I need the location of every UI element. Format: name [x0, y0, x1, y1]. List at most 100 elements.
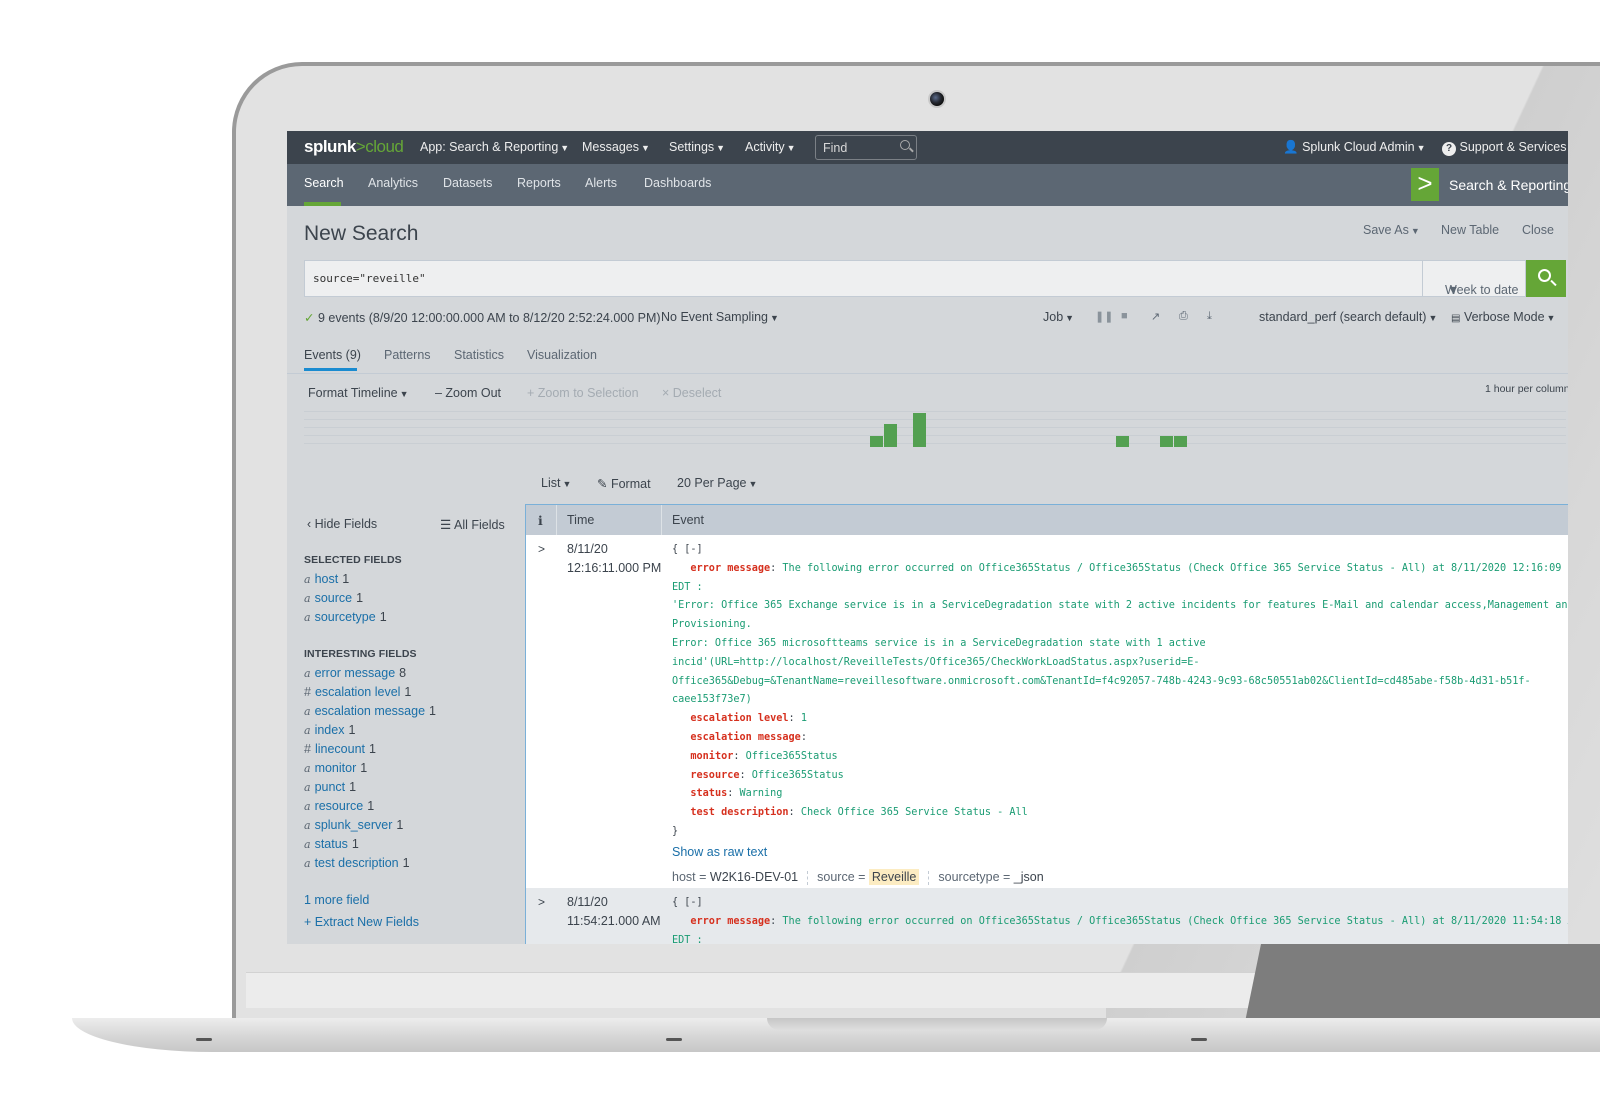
menu-settings[interactable]: Settings ▼: [669, 140, 725, 154]
field-count: 1: [369, 742, 376, 756]
timeline-bar[interactable]: [1174, 436, 1187, 447]
close-button[interactable]: Close: [1522, 223, 1554, 237]
field-sourcetype[interactable]: a sourcetype 1: [304, 610, 387, 624]
timeline-bar[interactable]: [1116, 436, 1129, 447]
field-type: a: [304, 838, 311, 851]
field-linecount[interactable]: # linecount 1: [304, 742, 376, 756]
json-key[interactable]: monitor: [690, 751, 733, 762]
timeline-bar[interactable]: [870, 436, 883, 447]
zoom-to-selection-button[interactable]: + Zoom to Selection: [527, 386, 639, 400]
json-key[interactable]: escalation message: [690, 732, 800, 743]
nav-dashboards[interactable]: Dashboards: [644, 176, 711, 190]
job-dropdown[interactable]: Job ▼: [1043, 310, 1074, 324]
find-input[interactable]: Find: [815, 135, 917, 160]
timeline-bar[interactable]: [913, 413, 926, 447]
json-value[interactable]: Office365Status: [752, 770, 844, 781]
search-button[interactable]: [1526, 260, 1566, 297]
hide-fields-button[interactable]: ‹ Hide Fields: [307, 517, 377, 531]
field-status[interactable]: a status 1: [304, 837, 359, 851]
print-icon[interactable]: ⎙: [1179, 310, 1188, 323]
find-placeholder: Find: [823, 141, 848, 155]
search-query-input[interactable]: source="reveille": [304, 260, 1424, 297]
field-punct[interactable]: a punct 1: [304, 780, 356, 794]
field-escalation-message[interactable]: a escalation message 1: [304, 704, 436, 718]
meta-source-value[interactable]: Reveille: [868, 869, 920, 885]
format-button[interactable]: ✎ Format: [597, 476, 651, 491]
menu-messages[interactable]: Messages ▼: [582, 140, 650, 154]
stop-icon[interactable]: ■: [1121, 310, 1128, 322]
field-source[interactable]: a source 1: [304, 591, 363, 605]
field-monitor[interactable]: a monitor 1: [304, 761, 367, 775]
show-raw-text-link[interactable]: Show as raw text: [672, 845, 767, 859]
field-count: 1: [351, 837, 359, 851]
tab-patterns[interactable]: Patterns: [384, 348, 431, 362]
share-icon[interactable]: ↗: [1151, 310, 1160, 323]
extract-new-fields-link[interactable]: + Extract New Fields: [304, 915, 419, 929]
json-value: caee153f73e7): [672, 694, 752, 706]
menu-app[interactable]: App: Search & Reporting ▼: [420, 140, 569, 154]
field-host[interactable]: a host 1: [304, 572, 349, 586]
nav-search[interactable]: Search: [304, 176, 344, 190]
nav-reports[interactable]: Reports: [517, 176, 561, 190]
timeline-bar[interactable]: [884, 424, 897, 447]
column-header-time[interactable]: Time: [567, 513, 594, 527]
tab-events[interactable]: Events (9): [304, 348, 361, 362]
zoom-out-button[interactable]: – Zoom Out: [435, 386, 501, 400]
per-page-label: 20 Per Page: [677, 476, 747, 490]
json-value[interactable]: Warning: [740, 788, 783, 799]
pause-icon[interactable]: ❚❚: [1095, 310, 1113, 323]
menu-messages-label: Messages: [582, 140, 639, 154]
field-index[interactable]: a index 1: [304, 723, 355, 737]
json-key[interactable]: escalation level: [690, 713, 788, 724]
more-fields-link[interactable]: 1 more field: [304, 893, 369, 907]
json-value[interactable]: The following error occurred on Office36…: [782, 916, 1568, 927]
field-count: 1: [429, 704, 436, 718]
menu-user[interactable]: 👤 Splunk Cloud Admin ▼: [1283, 140, 1426, 155]
new-table-button[interactable]: New Table: [1441, 223, 1499, 237]
menu-support[interactable]: ? Support & Services▼: [1442, 140, 1568, 156]
nav-datasets[interactable]: Datasets: [443, 176, 492, 190]
nav-alerts[interactable]: Alerts: [585, 176, 617, 190]
json-value[interactable]: Check Office 365 Service Status - All: [801, 807, 1028, 818]
json-collapse-toggle[interactable]: { [-]: [672, 897, 703, 908]
time-range-picker[interactable]: Week to date ▼: [1422, 260, 1526, 297]
tab-visualization[interactable]: Visualization: [527, 348, 597, 362]
field-resource[interactable]: a resource 1: [304, 799, 374, 813]
meta-label: sourcetype =: [938, 870, 1011, 884]
json-key[interactable]: error message: [690, 563, 770, 574]
meta-sourcetype-value[interactable]: _json: [1014, 870, 1044, 884]
meta-host-value[interactable]: W2K16-DEV-01: [710, 870, 798, 884]
menu-activity[interactable]: Activity ▼: [745, 140, 796, 154]
event-timeline-chart[interactable]: [304, 407, 1566, 447]
export-icon[interactable]: ⤓: [1207, 310, 1212, 323]
tab-statistics[interactable]: Statistics: [454, 348, 504, 362]
event-time: 8/11/20 11:54:21.000 AM: [567, 893, 661, 931]
chevron-right-icon[interactable]: >: [538, 542, 545, 556]
search-mode-perf-dropdown[interactable]: standard_perf (search default) ▼: [1259, 310, 1437, 324]
format-timeline-dropdown[interactable]: Format Timeline ▼: [308, 386, 409, 400]
field-escalation-level[interactable]: # escalation level 1: [304, 685, 411, 699]
json-collapse-toggle[interactable]: { [-]: [672, 544, 703, 555]
json-value[interactable]: Office365Status: [746, 751, 838, 762]
event-sampling-dropdown[interactable]: No Event Sampling ▼: [661, 310, 779, 324]
chevron-right-icon[interactable]: >: [538, 895, 545, 909]
json-value[interactable]: The following error occurred on Office36…: [782, 563, 1568, 574]
verbose-mode-dropdown[interactable]: ▤ Verbose Mode ▼: [1451, 310, 1555, 324]
field-splunk-server[interactable]: a splunk_server 1: [304, 818, 403, 832]
deselect-button[interactable]: × Deselect: [662, 386, 721, 400]
json-key[interactable]: status: [690, 788, 727, 799]
splunk-logo[interactable]: splunk>cloud: [304, 137, 404, 157]
job-label: Job: [1043, 310, 1064, 324]
timeline-bar[interactable]: [1160, 436, 1173, 447]
field-error-message[interactable]: a error message 8: [304, 666, 406, 680]
nav-analytics[interactable]: Analytics: [368, 176, 418, 190]
field-test-description[interactable]: a test description 1: [304, 856, 410, 870]
json-key[interactable]: resource: [690, 770, 739, 781]
json-key[interactable]: error message: [690, 916, 770, 927]
save-as-button[interactable]: Save As ▼: [1363, 223, 1420, 237]
list-view-dropdown[interactable]: List ▼: [541, 476, 571, 490]
json-value[interactable]: 1: [801, 713, 807, 724]
per-page-dropdown[interactable]: 20 Per Page ▼: [677, 476, 757, 490]
all-fields-button[interactable]: ☰ All Fields: [440, 517, 505, 532]
json-key[interactable]: test description: [690, 807, 788, 818]
